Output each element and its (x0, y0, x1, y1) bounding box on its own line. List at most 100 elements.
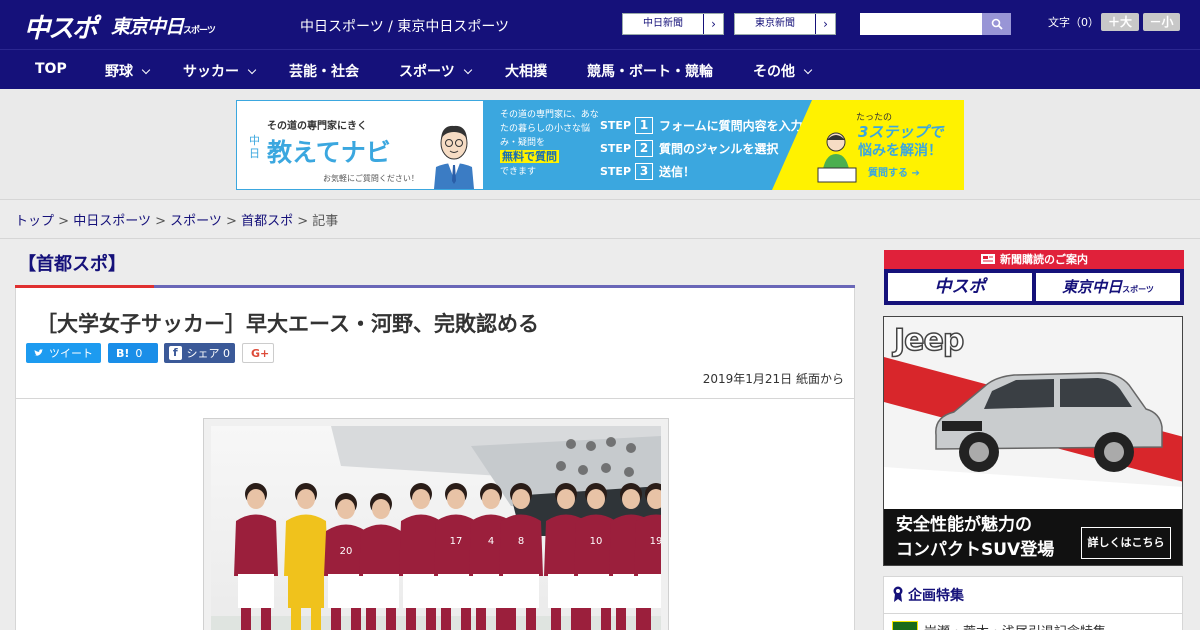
paper-button-label: 東京新聞 (755, 18, 795, 29)
nav-item-label: 芸能・社会 (289, 64, 359, 80)
banner-right-mid: 悩みを解消！ (858, 143, 942, 159)
tweet-label: ツイート (49, 347, 93, 360)
chevron-right-icon: › (815, 14, 835, 34)
feature-item-link[interactable]: 岩瀬・荒木・浅尾引退記念特集 (924, 621, 1106, 630)
banner-right-big: 3ステップで (858, 123, 944, 141)
article-dateline: 2019年1月21日 紙面から (702, 372, 844, 386)
google-plus-button[interactable]: G+ (242, 343, 274, 363)
font-smaller-button[interactable]: －小 (1143, 13, 1180, 31)
subscribe-chuspo-button[interactable]: 中スポ (888, 273, 1032, 301)
banner-left-panel: その道の専門家にきく 中日 教えてナビ お気軽にご質問ください！ (236, 100, 484, 190)
search-input[interactable] (860, 13, 982, 35)
nav-item-racing[interactable]: 競馬・ボート・競輪 (587, 61, 713, 81)
banner-middle-text: その道の専門家に、あなたの暮らしの小さな悩み・疑問を 無料で質問 できます (500, 108, 600, 179)
banner-free-highlight: 無料で質問 (500, 150, 559, 163)
search-button[interactable] (982, 13, 1011, 35)
nav-item-label: スポーツ (399, 64, 455, 80)
banner-step-2: STEP 2 質問のジャンルを選択 (600, 137, 803, 160)
tokyo-shimbun-button[interactable]: 東京新聞 › (734, 13, 836, 35)
breadcrumb-chunichi-sports[interactable]: 中日スポーツ (73, 214, 151, 229)
article-card: ［大学女子サッカー］早大エース・河野、完敗認める ツイート B! 0 f シェア… (15, 288, 855, 630)
nav-item-sumo[interactable]: 大相撲 (505, 61, 547, 81)
article-photo-frame: 20 17 4 8 10 19 (203, 418, 669, 630)
chevron-down-icon (463, 65, 472, 75)
breadcrumb: トップ > 中日スポーツ > スポーツ > 首都スポ > 記事 (15, 210, 338, 229)
player-number: 10 (590, 536, 603, 547)
subscribe-tokyo-chunichi-small: スポーツ (1122, 285, 1154, 294)
article-headline: ［大学女子サッカー］早大エース・河野、完敗認める (36, 312, 539, 336)
nav-item-soccer[interactable]: サッカー (183, 61, 257, 81)
nav-item-sports[interactable]: スポーツ (399, 61, 472, 81)
breadcrumb-top[interactable]: トップ (15, 214, 54, 229)
chuspo-logo[interactable]: 中スポ (24, 8, 98, 45)
nav-item-other[interactable]: その他 (753, 61, 813, 81)
search-icon (991, 18, 1003, 30)
chunichi-shimbun-button[interactable]: 中日新聞 › (622, 13, 724, 35)
step-text: 送信！ (659, 165, 696, 179)
banner-brand-prefix: 中日 (249, 134, 260, 160)
consultant-illustration-icon (434, 125, 474, 189)
breadcrumb-separator: > (155, 214, 166, 229)
banner-steps: STEP 1 フォームに質問内容を入力 STEP 2 質問のジャンルを選択 STEP 3 送… (600, 114, 803, 183)
subscription-box: 新聞購読のご案内 中スポ 東京中日スポーツ (884, 250, 1184, 305)
step-number: 3 (635, 163, 654, 180)
step-number: 1 (635, 117, 654, 134)
subscribe-tokyo-chunichi-label: 東京中日 (1062, 278, 1123, 296)
banner-tagline: その道の専門家にきく (267, 121, 367, 132)
breadcrumb-separator: > (297, 214, 309, 229)
tokyo-chunichi-logo-small: スポーツ (183, 26, 216, 36)
twitter-bird-icon (34, 349, 43, 356)
banner-step-1: STEP 1 フォームに質問内容を入力 (600, 114, 803, 137)
nav-item-top[interactable]: TOP (35, 61, 67, 77)
nav-item-label: 野球 (105, 64, 133, 80)
step-tag: STEP (600, 142, 632, 155)
jeep-details-button[interactable]: 詳しくはこちら (1081, 527, 1171, 559)
font-larger-button[interactable]: ＋大 (1101, 13, 1139, 31)
article-divider (16, 398, 854, 399)
chevron-down-icon (803, 65, 813, 75)
newspaper-icon (981, 254, 995, 264)
hatena-bookmark-icon: B! (116, 346, 130, 360)
nav-item-label: サッカー (183, 64, 239, 80)
banner-title: 教えてナビ (267, 138, 391, 167)
subscribe-tokyo-chunichi-button[interactable]: 東京中日スポーツ (1036, 273, 1180, 301)
banner-question-cta[interactable]: 質問する ➔ (868, 164, 920, 179)
nav-item-baseball[interactable]: 野球 (105, 61, 151, 81)
banner-step-3: STEP 3 送信！ (600, 160, 803, 183)
step-text: フォームに質問内容を入力 (659, 119, 803, 133)
tweet-button[interactable]: ツイート (26, 343, 101, 363)
ad-area: その道の専門家にきく 中日 教えてナビ お気軽にご質問ください！ その道の専門家… (0, 89, 1200, 200)
tokyo-chunichi-logo-text: 東京中日 (111, 16, 184, 38)
oshiete-navi-banner[interactable]: その道の専門家にきく 中日 教えてナビ お気軽にご質問ください！ その道の専門家… (236, 100, 964, 190)
breadcrumb-sports[interactable]: スポーツ (170, 214, 222, 229)
player-number: 17 (450, 536, 463, 547)
subscription-heading: 新聞購読のご案内 (884, 250, 1184, 269)
breadcrumb-divider (0, 238, 1200, 239)
hatena-count: 0 (135, 346, 143, 360)
breadcrumb-shuto-supo[interactable]: 首都スポ (241, 214, 293, 229)
tokyo-chunichi-logo[interactable]: 東京中日スポーツ (111, 12, 216, 39)
article-photo[interactable]: 20 17 4 8 10 19 (211, 426, 661, 630)
chevron-down-icon (247, 65, 257, 75)
banner-note: お気軽にご質問ください！ (323, 174, 419, 183)
soccer-team-photo: 20 17 4 8 10 19 (211, 426, 661, 630)
nav-item-label: 競馬・ボート・競輪 (587, 64, 713, 80)
feature-heading: 企画特集 (892, 585, 964, 605)
site-header: 中スポ 東京中日スポーツ 中日スポーツ / 東京中日スポーツ 中日新聞 › 東京… (0, 0, 1200, 49)
step-number: 2 (635, 140, 654, 157)
breadcrumb-separator: > (226, 214, 237, 229)
site-links[interactable]: 中日スポーツ / 東京中日スポーツ (300, 16, 509, 36)
breadcrumb-separator: > (58, 214, 70, 229)
player-number: 19 (650, 536, 661, 547)
nav-item-entertainment[interactable]: 芸能・社会 (289, 61, 359, 81)
google-plus-icon: G+ (251, 346, 270, 360)
hatena-bookmark-button[interactable]: B! 0 (108, 343, 158, 363)
feature-thumbnail[interactable] (892, 621, 918, 630)
jeep-ad[interactable]: Jeep 安全性能が魅力の コンパクトSUV登場 詳しくはこちら (883, 316, 1183, 566)
search-box (860, 13, 1011, 35)
jeep-ad-copy: 安全性能が魅力の コンパクトSUV登場 (896, 513, 1054, 563)
facebook-share-button[interactable]: f シェア 0 (164, 343, 235, 363)
laptop-person-icon (817, 132, 857, 183)
banner-middle-copy: その道の専門家に、あなたの暮らしの小さな悩み・疑問を (500, 110, 599, 148)
jeep-ad-copy-line1: 安全性能が魅力の (896, 515, 1032, 535)
